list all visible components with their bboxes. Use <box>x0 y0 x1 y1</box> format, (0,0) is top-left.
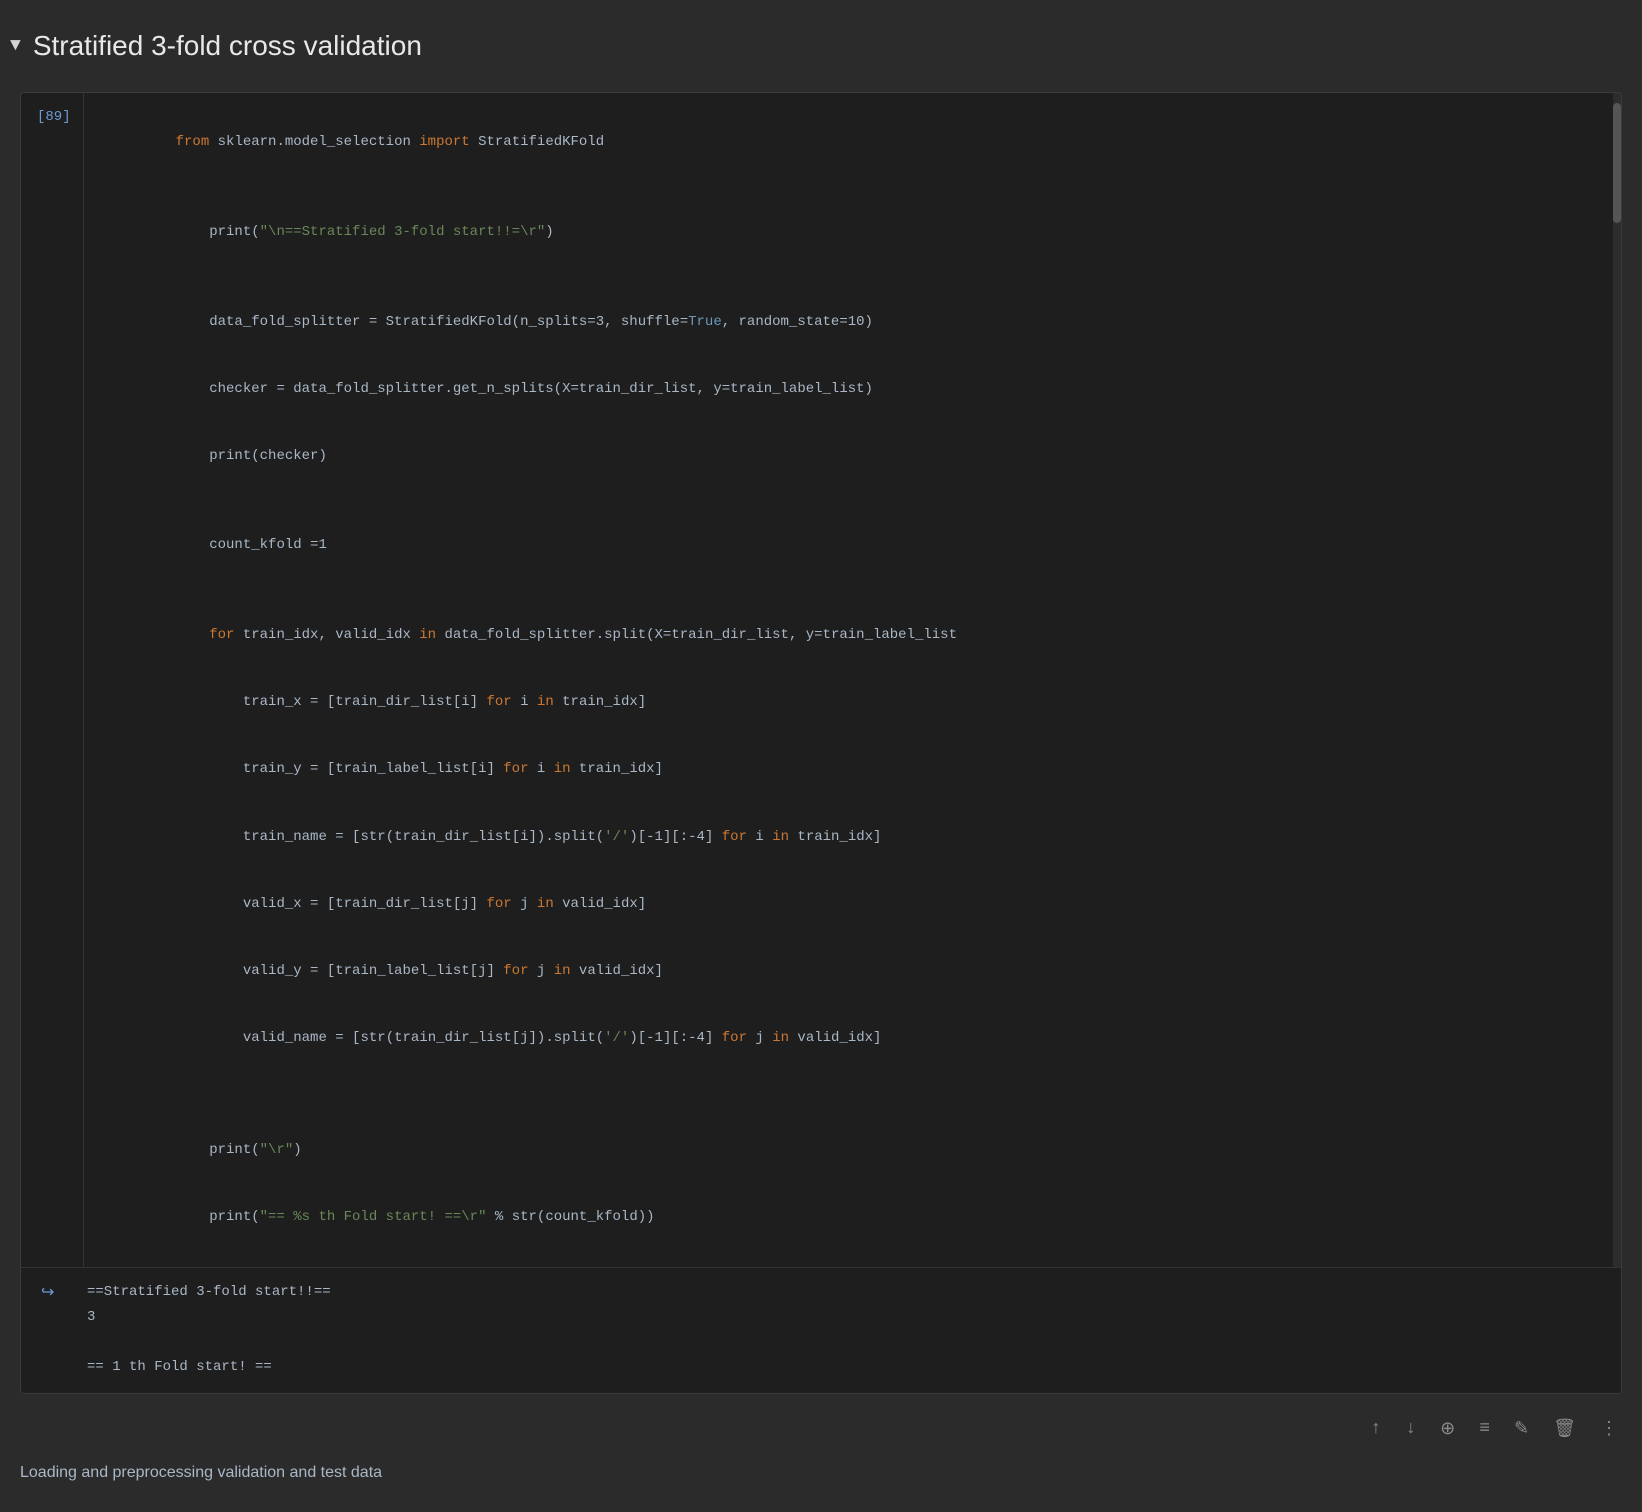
code-line-blank-4 <box>92 579 1597 601</box>
scrollbar-thumb[interactable] <box>1613 103 1621 223</box>
edit-icon[interactable]: ✎ <box>1510 1414 1533 1444</box>
code-line-splitter: data_fold_splitter = StratifiedKFold(n_s… <box>92 288 1597 355</box>
move-down-icon[interactable]: ↓ <box>1401 1415 1420 1443</box>
code-line-train-y: train_y = [train_label_list[i] for i in … <box>92 736 1597 803</box>
code-line-print-r: print("\r") <box>92 1117 1597 1184</box>
code-line-for: for train_idx, valid_idx in data_fold_sp… <box>92 602 1597 669</box>
output-content: ==Stratified 3-fold start!!== 3 == 1 th … <box>87 1280 331 1381</box>
cell-toolbar: ↑ ↓ ⊕ ≡ ✎ 🗑 ⋮ <box>0 1404 1642 1454</box>
code-line-blank-6 <box>92 1094 1597 1116</box>
output-line-4: == 1 th Fold start! == <box>87 1355 331 1380</box>
page-container: ▼ Stratified 3-fold cross validation [89… <box>0 0 1642 1512</box>
code-line-blank-5 <box>92 1072 1597 1094</box>
delete-icon[interactable]: 🗑 <box>1549 1414 1580 1444</box>
code-line-1: from sklearn.model_selection import Stra… <box>92 109 1597 176</box>
code-line-print1: print("\n==Stratified 3-fold start!!=\r"… <box>92 199 1597 266</box>
code-line-checker: checker = data_fold_splitter.get_n_split… <box>92 355 1597 422</box>
code-line-valid-name: valid_name = [str(train_dir_list[j]).spl… <box>92 1005 1597 1072</box>
code-line-train-name: train_name = [str(train_dir_list[i]).spl… <box>92 803 1597 870</box>
code-line-valid-y: valid_y = [train_label_list[j] for j in … <box>92 937 1597 1004</box>
more-icon[interactable]: ⋮ <box>1596 1414 1622 1444</box>
section-header: ▼ Stratified 3-fold cross validation <box>0 20 1642 82</box>
move-up-icon[interactable]: ↑ <box>1367 1415 1386 1443</box>
output-line-2: 3 <box>87 1305 331 1330</box>
bottom-loading-text: Loading and preprocessing validation and… <box>0 1454 1642 1492</box>
code-content[interactable]: from sklearn.model_selection import Stra… <box>83 93 1613 1267</box>
output-line-1: ==Stratified 3-fold start!!== <box>87 1280 331 1305</box>
output-line-3 <box>87 1330 331 1355</box>
code-line-blank-2 <box>92 266 1597 288</box>
code-line-count-kfold: count_kfold =1 <box>92 512 1597 579</box>
code-line-blank-1 <box>92 176 1597 198</box>
code-line-print-checker: print(checker) <box>92 422 1597 489</box>
code-line-train-x: train_x = [train_dir_list[i] for i in tr… <box>92 669 1597 736</box>
code-line-valid-x: valid_x = [train_dir_list[j] for j in va… <box>92 870 1597 937</box>
output-cell: ↪ ==Stratified 3-fold start!!== 3 == 1 t… <box>21 1267 1621 1393</box>
code-line-print-fold: print("== %s th Fold start! ==\r" % str(… <box>92 1184 1597 1251</box>
chevron-icon[interactable]: ▼ <box>10 36 21 56</box>
menu-icon[interactable]: ≡ <box>1475 1415 1494 1443</box>
cell-number: [89] <box>21 93 83 1267</box>
code-line-blank-3 <box>92 490 1597 512</box>
link-icon[interactable]: ⊕ <box>1436 1414 1459 1444</box>
scrollbar[interactable] <box>1613 93 1621 1267</box>
code-cell-89: [89] from sklearn.model_selection import… <box>21 93 1621 1267</box>
section-title: Stratified 3-fold cross validation <box>33 30 422 62</box>
notebook-cell: [89] from sklearn.model_selection import… <box>20 92 1622 1394</box>
output-arrow-icon: ↪ <box>37 1280 87 1381</box>
